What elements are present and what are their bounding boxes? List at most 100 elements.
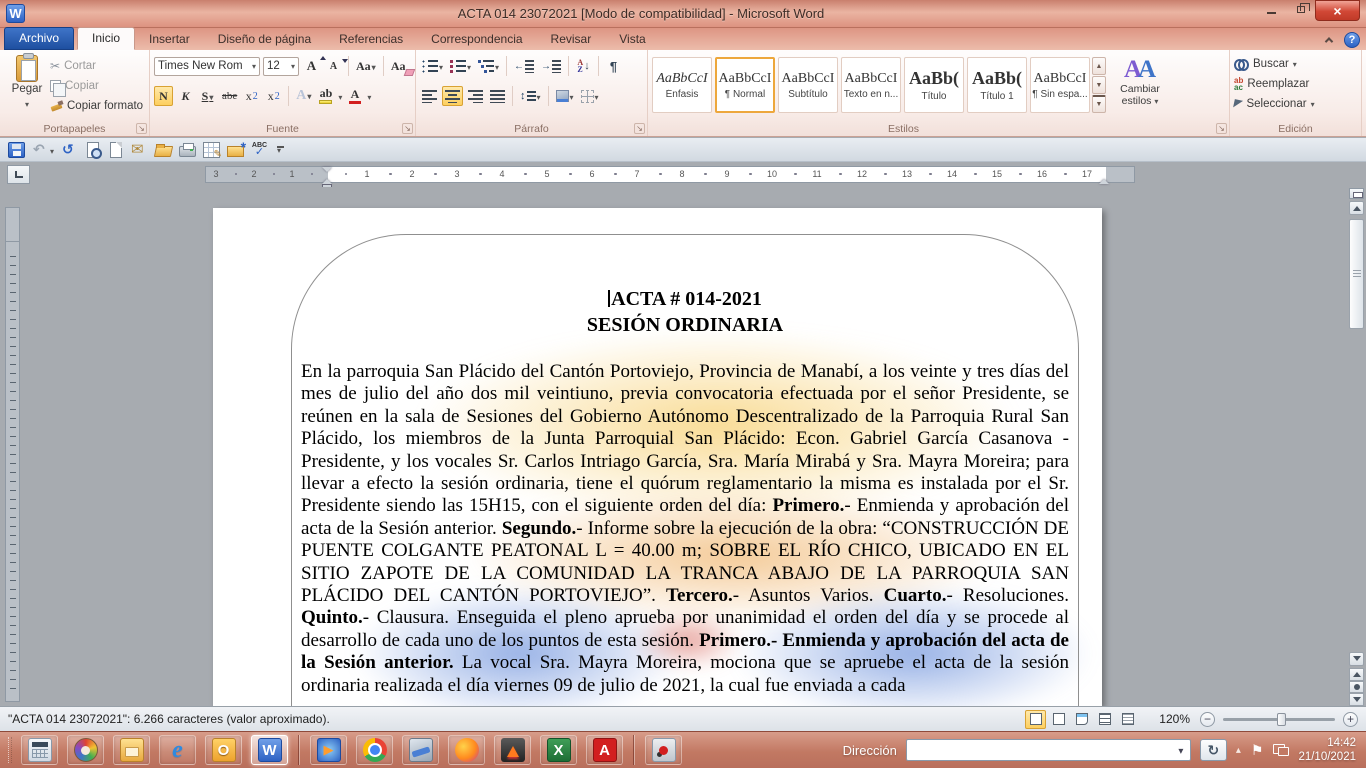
redo-button[interactable]: [61, 142, 78, 158]
font-name-select[interactable]: Times New Rom: [154, 57, 260, 76]
previous-page-button[interactable]: [1349, 668, 1364, 681]
shading-button[interactable]: [554, 86, 576, 106]
taskbar-paint[interactable]: [67, 735, 104, 765]
word-app-icon[interactable]: W: [6, 4, 25, 23]
font-color-dropdown-icon[interactable]: [367, 89, 371, 103]
superscript-button[interactable]: x2: [264, 86, 283, 106]
justify-button[interactable]: [488, 86, 507, 106]
find-button[interactable]: Buscar: [1234, 55, 1357, 72]
address-input[interactable]: [906, 739, 1191, 761]
replace-button[interactable]: abacReemplazar: [1234, 75, 1357, 92]
full-screen-reading-view-button[interactable]: [1048, 710, 1069, 729]
highlight-dropdown-icon[interactable]: [338, 89, 342, 103]
vertical-ruler[interactable]: [5, 207, 20, 702]
cut-button[interactable]: Cortar: [50, 57, 143, 74]
zoom-in-button[interactable]: +: [1343, 712, 1358, 727]
table-edit-button[interactable]: [203, 142, 220, 158]
font-size-select[interactable]: 12: [263, 57, 299, 76]
print-button[interactable]: [179, 142, 196, 157]
draft-view-button[interactable]: [1117, 710, 1138, 729]
style-sin-espa[interactable]: AaBbCcI¶ Sin espa...: [1030, 57, 1090, 113]
action-center-icon[interactable]: [1251, 742, 1264, 759]
taskbar-excel[interactable]: X: [540, 735, 577, 765]
clear-formatting-button[interactable]: Aa: [389, 56, 408, 76]
minimize-button[interactable]: [1257, 0, 1286, 19]
envelope-button[interactable]: [131, 142, 148, 158]
save-button[interactable]: [8, 142, 25, 158]
taskbar-clock[interactable]: 14:42 21/10/2021: [1298, 736, 1356, 764]
tab-archivo[interactable]: Archivo: [4, 27, 74, 50]
open-folder-button[interactable]: [155, 142, 172, 158]
taskbar-media-player[interactable]: ▶: [310, 735, 347, 765]
bullets-button[interactable]: [420, 56, 445, 76]
hanging-indent-marker[interactable]: [322, 174, 332, 184]
styles-dialog-launcher[interactable]: [1216, 123, 1227, 134]
show-hidden-icons-button[interactable]: [1236, 745, 1241, 756]
style-texto-en-n[interactable]: AaBbCcITexto en n...: [841, 57, 901, 113]
numbering-button[interactable]: [448, 56, 473, 76]
help-button[interactable]: [1344, 32, 1360, 48]
document-page[interactable]: ACTA # 014-2021 SESIÓN ORDINARIA En la p…: [213, 208, 1102, 706]
taskbar-file-explorer[interactable]: [113, 735, 150, 765]
close-button[interactable]: ×: [1315, 0, 1360, 21]
web-layout-view-button[interactable]: [1071, 710, 1092, 729]
taskbar-outlook[interactable]: O: [205, 735, 242, 765]
zoom-out-button[interactable]: −: [1200, 712, 1215, 727]
style-normal[interactable]: AaBbCcI¶ Normal: [715, 57, 775, 113]
select-browse-object-button[interactable]: [1349, 681, 1364, 694]
multilevel-list-button[interactable]: [476, 56, 501, 76]
line-spacing-button[interactable]: [518, 86, 543, 106]
change-styles-button[interactable]: AA Cambiar estilos: [1108, 53, 1172, 108]
address-dropdown-icon[interactable]: [1172, 743, 1190, 757]
scroll-up-button[interactable]: [1349, 201, 1364, 215]
sort-button[interactable]: AZ: [574, 56, 593, 76]
horizontal-ruler[interactable]: 3211234567891011121314151617: [205, 166, 1135, 183]
spelling-button[interactable]: [251, 142, 268, 158]
split-view-button[interactable]: [1349, 188, 1364, 199]
taskbar-word[interactable]: W: [251, 735, 288, 765]
styles-scroll-up-button[interactable]: ▲: [1092, 57, 1106, 75]
show-paragraph-marks-button[interactable]: ¶: [604, 56, 623, 76]
italic-button[interactable]: K: [176, 86, 195, 106]
align-center-button[interactable]: [442, 86, 463, 106]
document-text[interactable]: ACTA # 014-2021 SESIÓN ORDINARIA En la p…: [301, 286, 1069, 697]
copy-button[interactable]: Copiar: [50, 77, 143, 94]
increase-indent-button[interactable]: →: [539, 56, 563, 76]
taskbar-chrome[interactable]: [356, 735, 393, 765]
zoom-slider-thumb[interactable]: [1277, 713, 1286, 726]
taskbar-shredder[interactable]: [494, 735, 531, 765]
styles-gallery-more-button[interactable]: ▼: [1092, 95, 1106, 113]
borders-button[interactable]: [579, 86, 601, 106]
vertical-scrollbar[interactable]: [1348, 187, 1365, 706]
restore-button[interactable]: [1286, 0, 1315, 19]
taskbar-calculator[interactable]: [21, 735, 58, 765]
print-preview-button[interactable]: [85, 141, 101, 159]
change-case-button[interactable]: Aa: [354, 56, 378, 76]
tab-referencias[interactable]: Referencias: [325, 29, 417, 50]
tab-revisar[interactable]: Revisar: [537, 29, 606, 50]
select-button[interactable]: Seleccionar: [1234, 95, 1357, 112]
tab-correspondencia[interactable]: Correspondencia: [417, 29, 536, 50]
taskbar-java[interactable]: [645, 735, 682, 765]
next-page-button[interactable]: [1349, 693, 1364, 706]
print-layout-view-button[interactable]: [1025, 710, 1046, 729]
style-nfasis[interactable]: AaBbCcIÉnfasis: [652, 57, 712, 113]
style-t-tulo[interactable]: AaBb(Título: [904, 57, 964, 113]
tab-insertar[interactable]: Insertar: [135, 29, 204, 50]
taskbar-scanner[interactable]: [402, 735, 439, 765]
scrollbar-thumb[interactable]: [1349, 219, 1364, 329]
clipboard-dialog-launcher[interactable]: [136, 123, 147, 134]
tab-selector-button[interactable]: [7, 165, 30, 184]
style-subt-tulo[interactable]: AaBbCcISubtítulo: [778, 57, 838, 113]
styles-scroll-down-button[interactable]: ▼: [1092, 76, 1106, 94]
minimize-ribbon-button[interactable]: [1322, 33, 1336, 47]
more-button[interactable]: [275, 142, 286, 158]
taskbar-firefox[interactable]: [448, 735, 485, 765]
bold-button[interactable]: N: [154, 86, 173, 106]
taskbar-internet-explorer[interactable]: e: [159, 735, 196, 765]
right-indent-marker[interactable]: [1099, 174, 1109, 184]
undo-button[interactable]: [32, 142, 54, 158]
shrink-font-button[interactable]: A: [324, 56, 343, 76]
scroll-down-button[interactable]: [1349, 652, 1364, 666]
underline-button[interactable]: S: [198, 86, 217, 106]
